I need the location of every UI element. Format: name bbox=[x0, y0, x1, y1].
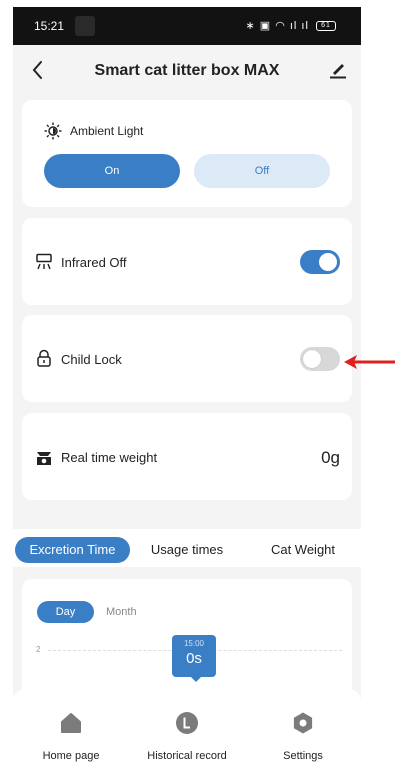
tab-usage-times[interactable]: Usage times bbox=[137, 537, 237, 563]
nav-history[interactable]: Historical record bbox=[129, 689, 245, 776]
period-day-button[interactable]: Day bbox=[37, 601, 94, 623]
ambient-light-on-button[interactable]: On bbox=[44, 154, 180, 188]
history-icon bbox=[176, 712, 198, 734]
tab-cat-weight[interactable]: Cat Weight bbox=[253, 537, 353, 563]
y-tick-label: 2 bbox=[36, 645, 41, 654]
red-arrow-annotation bbox=[344, 355, 395, 369]
bottom-nav: Home page Historical record Settings bbox=[13, 689, 361, 776]
infrared-lamp-icon bbox=[36, 253, 52, 270]
gear-icon bbox=[293, 712, 313, 734]
child-lock-label: Child Lock bbox=[61, 352, 122, 367]
tooltip-time: 15:00 bbox=[183, 639, 205, 648]
child-lock-toggle[interactable] bbox=[300, 347, 340, 371]
nav-settings-label: Settings bbox=[283, 750, 323, 762]
ambient-light-card: Ambient Light On Off bbox=[22, 100, 352, 207]
tab-excretion-time[interactable]: Excretion Time bbox=[15, 537, 130, 563]
period-month-button[interactable]: Month bbox=[106, 601, 137, 623]
weight-card: Real time weight 0g bbox=[22, 413, 352, 500]
status-time: 15:21 bbox=[34, 19, 65, 33]
home-icon bbox=[61, 713, 81, 733]
ambient-light-label: Ambient Light bbox=[70, 124, 144, 138]
weight-label: Real time weight bbox=[61, 450, 158, 465]
nav-home-label: Home page bbox=[42, 750, 100, 762]
app-screen: 15:21 ∗ ▣ ◠ ıl ıl 61 Smart cat litter bo… bbox=[13, 7, 361, 776]
header: Smart cat litter box MAX bbox=[13, 45, 361, 97]
stats-tabs: Excretion Time Usage times Cat Weight bbox=[13, 529, 361, 567]
battery-icon: 61 bbox=[316, 21, 336, 32]
nav-home[interactable]: Home page bbox=[13, 689, 129, 776]
toggle-knob bbox=[319, 253, 337, 271]
ambient-light-off-button[interactable]: Off bbox=[194, 154, 330, 188]
pencil-icon[interactable] bbox=[329, 59, 347, 79]
tooltip-pointer bbox=[191, 677, 201, 682]
infrared-card: Infrared Off bbox=[22, 218, 352, 305]
weight-value: 0g bbox=[321, 448, 340, 467]
nav-history-label: Historical record bbox=[147, 750, 227, 762]
nav-settings[interactable]: Settings bbox=[245, 689, 361, 776]
infrared-label: Infrared Off bbox=[61, 255, 127, 270]
status-bar: 15:21 ∗ ▣ ◠ ıl ıl 61 bbox=[13, 7, 361, 45]
brightness-icon bbox=[44, 122, 62, 140]
infrared-toggle[interactable] bbox=[300, 250, 340, 274]
status-icons: ∗ ▣ ◠ ıl ıl 61 bbox=[245, 19, 336, 32]
child-lock-card: Child Lock bbox=[22, 315, 352, 402]
tooltip-value: 0s bbox=[186, 650, 202, 667]
toggle-knob bbox=[303, 350, 321, 368]
lock-icon bbox=[37, 349, 51, 367]
page-title: Smart cat litter box MAX bbox=[94, 62, 280, 79]
scale-icon bbox=[37, 452, 51, 465]
status-icons-text: ∗ ▣ ◠ ıl ıl bbox=[245, 20, 309, 32]
chart-tooltip: 15:00 0s bbox=[172, 635, 216, 682]
notification-app-icon bbox=[75, 16, 95, 36]
